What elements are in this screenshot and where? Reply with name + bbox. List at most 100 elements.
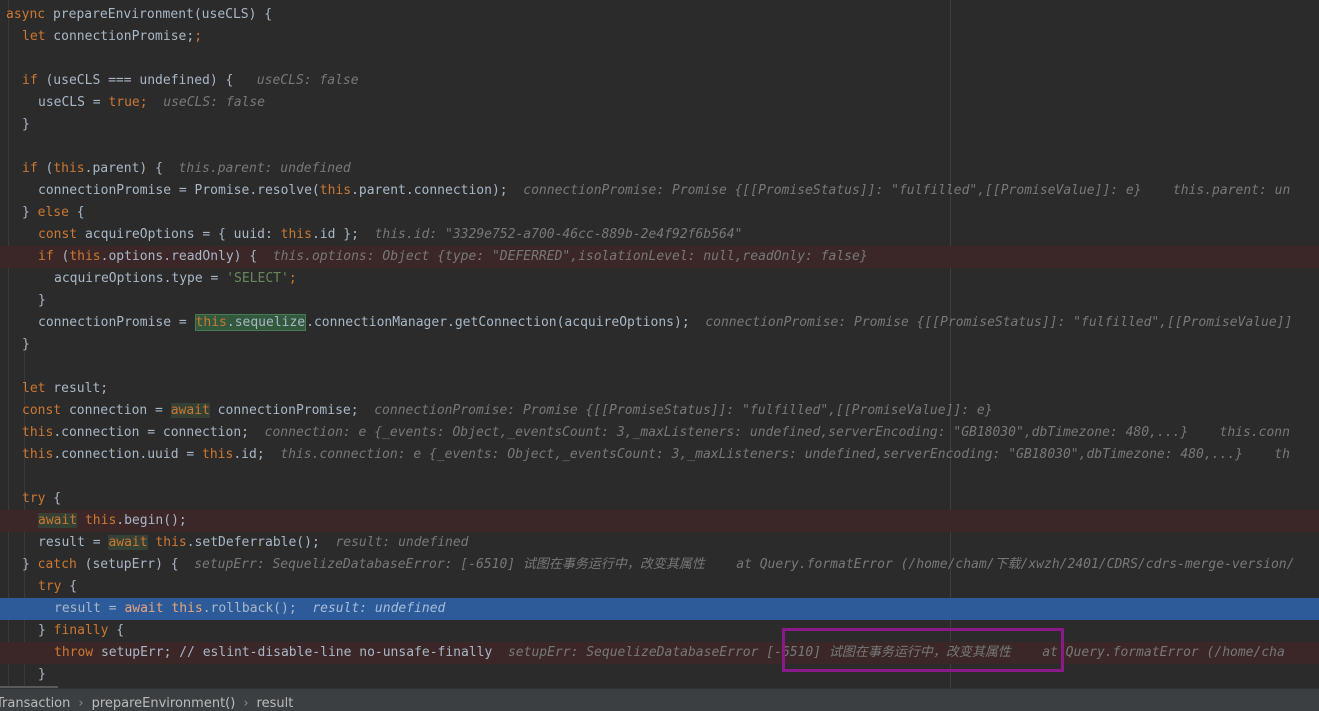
code-text: (useCLS === undefined) { — [37, 73, 234, 88]
code-text: .id; — [233, 447, 265, 462]
keyword: this — [22, 425, 54, 440]
code-text: } — [38, 667, 46, 682]
code-text: { — [68, 205, 85, 220]
code-line[interactable]: const connection = await connectionPromi… — [22, 400, 1319, 422]
code-line[interactable]: this.connection.uuid = this.id; this.con… — [22, 444, 1319, 466]
code-line[interactable]: throw setupErr; // eslint-disable-line n… — [0, 642, 1319, 664]
code-line[interactable]: connectionPromise = this.sequelize.conne… — [38, 312, 1319, 334]
code-text: ( — [53, 249, 70, 264]
code-text: { — [108, 623, 125, 638]
keyword: this — [22, 447, 54, 462]
keyword: catch — [37, 557, 77, 572]
breadcrumb: Transaction › prepareEnvironment() › result — [0, 688, 1319, 711]
code-line[interactable]: acquireOptions.type = 'SELECT'; — [54, 268, 1319, 290]
breadcrumb-separator-icon: › — [243, 696, 249, 711]
inline-value-hint: this.parent: undefined — [178, 161, 351, 176]
code-text: { — [61, 579, 78, 594]
code-text: ; — [288, 271, 297, 286]
code-text: .parent) { — [84, 161, 163, 176]
code-line[interactable]: async prepareEnvironment(useCLS) { — [6, 4, 1319, 26]
keyword: finally — [53, 623, 109, 638]
keyword: if — [38, 249, 54, 264]
code-text: .parent.connection); — [351, 183, 508, 198]
code-editor[interactable]: async prepareEnvironment(useCLS) { let c… — [0, 0, 1319, 688]
code-text: connectionPromise = — [38, 315, 195, 330]
code-line[interactable]: try { — [38, 576, 1319, 598]
inline-value-hint: useCLS: false — [256, 73, 359, 88]
code-line[interactable]: if (this.parent) { this.parent: undefine… — [22, 158, 1319, 180]
keyword: await — [38, 513, 78, 528]
code-text: .rollback(); — [202, 601, 297, 616]
code-line[interactable]: try { — [22, 488, 1319, 510]
keyword: const — [38, 227, 78, 242]
keyword: this — [84, 513, 117, 528]
code-text: .connection = connection; — [53, 425, 249, 440]
inline-value-hint: useCLS: false — [163, 95, 265, 110]
code-text: connection = — [61, 403, 171, 418]
code-text: } — [22, 205, 38, 220]
code-text: result = — [54, 601, 125, 616]
inline-value-hint: this.connection: e {_events: Object,_eve… — [280, 447, 1243, 462]
code-line[interactable]: } — [38, 290, 1319, 312]
keyword: this — [202, 447, 234, 462]
code-line[interactable]: let result; — [22, 378, 1319, 400]
code-text: } — [22, 557, 38, 572]
inline-value-hint: at Query.formatError (/home/cha — [1042, 645, 1285, 660]
keyword: this — [194, 314, 227, 331]
keyword: try — [22, 491, 46, 506]
execution-point-line[interactable]: result = await this.rollback(); result: … — [0, 598, 1319, 620]
code-text: ; — [139, 95, 148, 110]
code-text: } — [22, 117, 30, 132]
code-text: (setupErr) { — [76, 557, 179, 572]
breadcrumb-separator-icon: › — [78, 696, 84, 711]
inline-value-hint: at Query.formatError (/home/cham/下载/xwzh… — [736, 557, 1295, 572]
keyword: const — [22, 403, 62, 418]
code-line[interactable]: if (this.options.readOnly) { this.option… — [0, 246, 1319, 268]
code-text: .connection.uuid = — [53, 447, 203, 462]
code-line[interactable]: if (useCLS === undefined) { useCLS: fals… — [22, 70, 1319, 92]
keyword: let — [22, 29, 46, 44]
inline-value-hint: connectionPromise: Promise {[[PromiseSta… — [374, 403, 993, 418]
code-line[interactable]: } else { — [22, 202, 1319, 224]
inline-value-hint: this.options: Object {type: "DEFERRED",i… — [272, 249, 868, 264]
inline-value-hint: result: undefined — [335, 535, 469, 550]
code-text: { — [45, 491, 62, 506]
code-line[interactable]: await this.begin(); — [0, 510, 1319, 532]
code-line[interactable]: } catch (setupErr) { setupErr: Sequelize… — [22, 554, 1319, 576]
indent-guide — [8, 0, 9, 688]
keyword: this — [171, 601, 203, 616]
keyword: let — [22, 381, 46, 396]
code-text: } — [22, 337, 30, 352]
breadcrumb-item-class[interactable]: Transaction — [0, 696, 70, 711]
code-line[interactable]: } — [22, 334, 1319, 356]
code-line[interactable]: } — [22, 114, 1319, 136]
code-text: useCLS = — [38, 95, 109, 110]
highlighted-identifier: sequelize — [234, 314, 307, 331]
keyword: await — [108, 535, 148, 550]
keyword: throw — [54, 645, 94, 660]
code-line[interactable]: result = await this.setDeferrable(); res… — [38, 532, 1319, 554]
keyword: if — [22, 73, 38, 88]
inline-value-hint: connectionPromise: Promise {[[PromiseSta… — [705, 315, 1293, 330]
code-line[interactable]: this.connection = connection; connection… — [22, 422, 1319, 444]
code-line[interactable]: } — [38, 664, 1319, 686]
breadcrumb-item-variable[interactable]: result — [257, 696, 294, 711]
inline-value-hint: connectionPromise: Promise {[[PromiseSta… — [523, 183, 1142, 198]
code-line[interactable]: connectionPromise = Promise.resolve(this… — [38, 180, 1319, 202]
code-text: setupErr; — [93, 645, 180, 660]
code-text: ( — [37, 161, 54, 176]
code-line[interactable]: useCLS = true; useCLS: false — [38, 92, 1319, 114]
code-text: .setDeferrable(); — [186, 535, 320, 550]
code-line[interactable]: const acquireOptions = { uuid: this.id }… — [38, 224, 1319, 246]
code-text: .begin(); — [116, 513, 187, 528]
code-line[interactable]: } finally { — [38, 620, 1319, 642]
code-text: .connectionManager.getConnection(acquire… — [306, 315, 690, 330]
keyword: this — [155, 535, 187, 550]
code-text: acquireOptions.type = — [54, 271, 227, 286]
code-text: connectionPromise; — [45, 29, 195, 44]
code-text: prepareEnvironment(useCLS) { — [45, 7, 273, 22]
code-line[interactable]: let connectionPromise;; — [22, 26, 1319, 48]
comment: // eslint-disable-line no-unsafe-finally — [179, 645, 493, 660]
breadcrumb-item-method[interactable]: prepareEnvironment() — [92, 696, 236, 711]
